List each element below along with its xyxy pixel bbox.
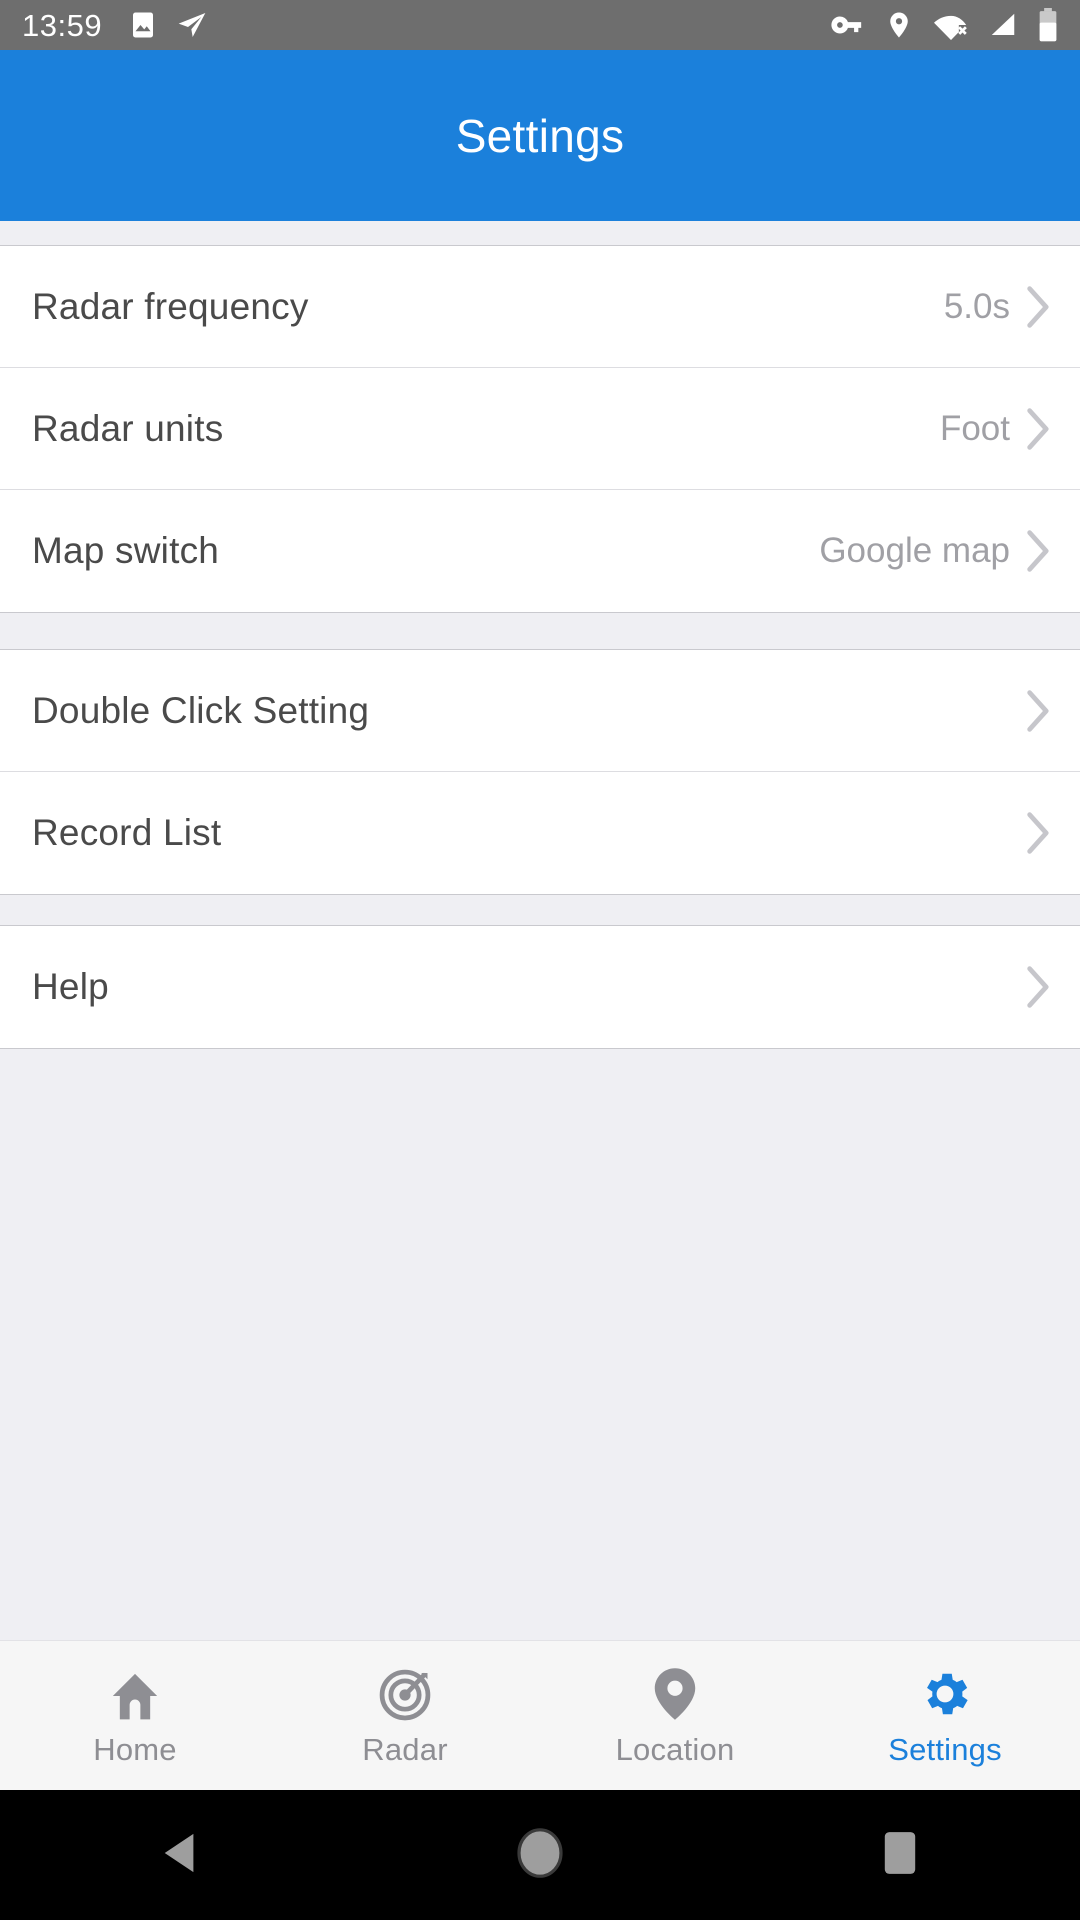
nav-item-location[interactable]: Location [540,1641,810,1790]
settings-row-record-list[interactable]: Record List [0,772,1080,894]
circle-icon [516,1827,564,1884]
settings-row-map-switch[interactable]: Map switch Google map [0,490,1080,612]
row-value: Google map [819,531,1010,570]
recents-button[interactable] [720,1830,1080,1881]
settings-list: Radar frequency 5.0s Radar units Foot Ma… [0,221,1080,1640]
status-bar-notification-icons [128,9,208,41]
square-icon [881,1830,919,1881]
row-label: Radar units [32,407,224,449]
row-label: Radar frequency [32,285,309,327]
home-icon [107,1666,163,1722]
nav-item-label: Radar [362,1732,448,1767]
location-pin-icon [652,1666,698,1722]
section-gap [0,613,1080,649]
settings-row-help[interactable]: Help [0,926,1080,1048]
status-bar: 13:59 [0,0,1080,50]
bottom-navigation-bar: Home Radar Location Settings [0,1640,1080,1790]
app-bar: Settings [0,50,1080,221]
nav-item-label: Location [615,1732,735,1767]
row-value: Foot [939,408,1010,448]
page-title: Settings [455,109,625,162]
gear-icon [917,1666,973,1722]
image-icon [128,10,158,40]
android-navigation-bar [0,1790,1080,1920]
row-value: 5.0s [943,286,1010,326]
back-button[interactable] [0,1830,360,1881]
row-label: Record List [32,812,222,853]
home-button[interactable] [360,1827,720,1884]
row-label: Double Click Setting [32,689,370,731]
section-gap [0,221,1080,245]
settings-row-double-click-setting[interactable]: Double Click Setting [0,650,1080,772]
settings-row-radar-units[interactable]: Radar units Foot [0,368,1080,490]
section-gap [0,895,1080,925]
radar-target-icon [378,1666,432,1722]
nav-item-home[interactable]: Home [0,1641,270,1790]
chevron-right-icon [1024,965,1050,1009]
chevron-right-icon [1024,811,1050,855]
cellular-signal-icon [988,10,1018,40]
chevron-right-icon [1024,407,1050,451]
settings-group-tools: Double Click Setting Record List [0,649,1080,895]
location-pin-icon [884,10,914,40]
chevron-right-icon [1024,529,1050,573]
send-icon [176,9,208,41]
nav-item-radar[interactable]: Radar [270,1641,540,1790]
triangle-left-icon [159,1830,201,1881]
vpn-key-icon [830,8,864,42]
settings-group-help: Help [0,925,1080,1049]
chevron-right-icon [1024,285,1050,329]
nav-item-label: Settings [888,1732,1002,1767]
wifi-off-icon [934,10,968,40]
battery-icon [1038,8,1058,42]
status-bar-system-icons [830,8,1058,42]
settings-row-radar-frequency[interactable]: Radar frequency 5.0s [0,246,1080,368]
nav-item-label: Home [93,1732,177,1767]
row-label: Map switch [32,530,220,571]
status-bar-clock: 13:59 [22,7,103,43]
chevron-right-icon [1024,689,1050,733]
row-label: Help [32,966,109,1007]
nav-item-settings[interactable]: Settings [810,1641,1080,1790]
settings-group-radar: Radar frequency 5.0s Radar units Foot Ma… [0,245,1080,613]
